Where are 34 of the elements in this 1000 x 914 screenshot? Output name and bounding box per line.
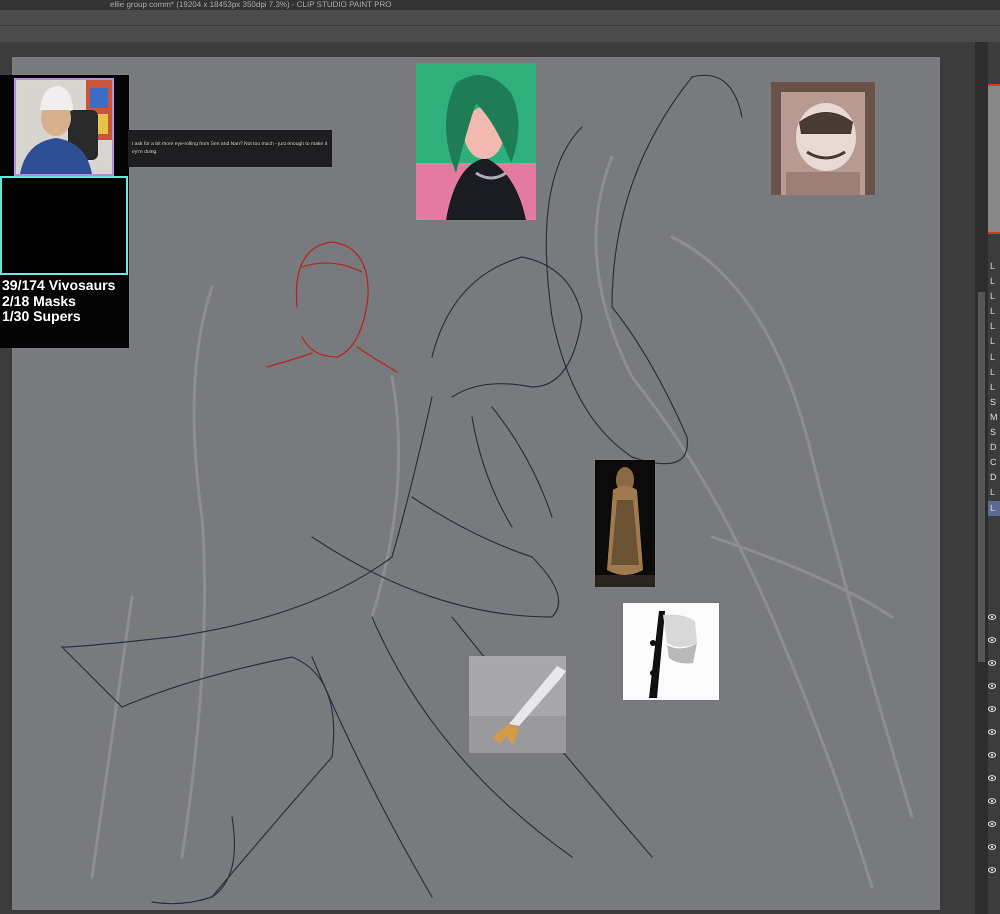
eye-icon[interactable]	[988, 798, 996, 804]
layer-item[interactable]: D	[988, 440, 1000, 456]
eye-icon[interactable]	[988, 637, 996, 644]
eye-icon[interactable]	[988, 867, 996, 874]
layer-item[interactable]: C	[988, 455, 1000, 470]
eye-icon[interactable]	[988, 706, 996, 712]
eye-icon[interactable]	[988, 660, 996, 666]
eye-icon[interactable]	[988, 775, 996, 782]
layer-item[interactable]: L	[988, 259, 1000, 274]
layer-item[interactable]: D	[988, 470, 1000, 486]
eye-icon[interactable]	[988, 729, 996, 736]
layer-item[interactable]: L	[988, 350, 1000, 365]
layer-item[interactable]: L	[988, 364, 1000, 380]
layer-item[interactable]: L	[988, 289, 1000, 304]
layer-item[interactable]: S	[988, 425, 1000, 440]
counter-text: 39/174 Vivosaurs	[2, 278, 116, 294]
layer-item[interactable]: L	[988, 485, 1000, 500]
eye-icon[interactable]	[988, 614, 996, 620]
layer-item[interactable]: L	[988, 500, 1000, 516]
eye-icon[interactable]	[988, 821, 996, 828]
layer-item[interactable]: L	[988, 274, 1000, 290]
scroll-bar[interactable]	[975, 42, 988, 914]
window-title: ellie group comm* (19204 x 18453px 350dpi 7.3%) - CLIP STUDIO PAINT PRO	[0, 0, 1000, 10]
counter-text: 2/18 Masks	[2, 294, 76, 309]
layer-item[interactable]: L	[988, 319, 1000, 334]
layer-item[interactable]: S	[988, 394, 1000, 410]
eye-icon[interactable]	[988, 683, 996, 690]
layer-item[interactable]: M	[988, 410, 1000, 426]
counter-text: 1/30 Supers	[2, 309, 81, 324]
layer-item[interactable]: L	[988, 334, 1000, 350]
layer-item[interactable]: L	[988, 304, 1000, 320]
eye-icon[interactable]	[988, 844, 996, 850]
layer-item[interactable]: L	[988, 380, 1000, 395]
eye-icon[interactable]	[988, 752, 996, 758]
